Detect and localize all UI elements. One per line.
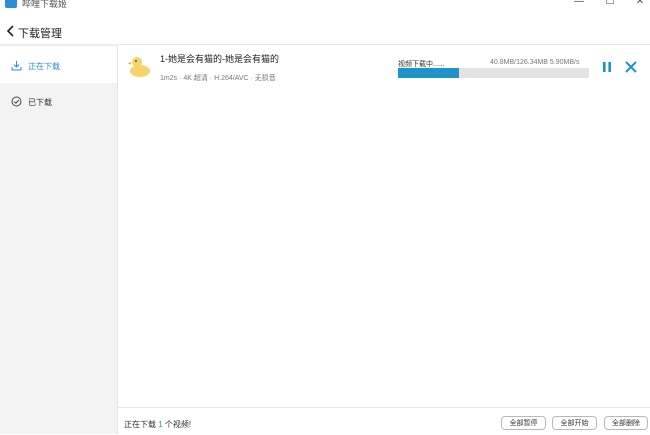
- download-count-text: 正在下载 1 个视频!: [124, 419, 191, 430]
- page-title: 下载管理: [18, 28, 62, 40]
- window-close-button[interactable]: ✕: [633, 0, 647, 8]
- download-icon: [11, 61, 22, 71]
- download-list: 1-她是会有猫的-她是会有猫的 1m2s · 4K 超清 · H.264/AVC…: [118, 45, 650, 407]
- app-logo-icon: [5, 0, 17, 8]
- video-meta: 1m2s · 4K 超清 · H.264/AVC · 无损音: [160, 75, 276, 82]
- delete-icon[interactable]: [624, 60, 638, 74]
- footer-bar: 正在下载 1 个视频! 全部暂停 全部开始 全部删除: [118, 407, 650, 435]
- video-title: 1-她是会有猫的-她是会有猫的: [160, 54, 280, 64]
- list-item: 1-她是会有猫的-她是会有猫的 1m2s · 4K 超清 · H.264/AVC…: [118, 45, 650, 87]
- minimize-button[interactable]: —: [572, 0, 586, 8]
- duck-thumbnail-icon: [128, 57, 150, 77]
- sidebar-item-downloaded[interactable]: 已下载: [0, 83, 117, 119]
- sidebar-item-label: 已下载: [28, 98, 52, 107]
- count-prefix: 正在下载: [124, 420, 159, 429]
- app-title: 哔哩下载姬: [22, 0, 68, 9]
- delete-all-button[interactable]: 全部删除: [604, 416, 648, 430]
- start-all-button[interactable]: 全部开始: [552, 416, 597, 430]
- pause-icon[interactable]: [601, 61, 613, 73]
- sidebar: 正在下载 已下载: [0, 45, 118, 434]
- progress-bar: [398, 68, 589, 78]
- pause-all-button[interactable]: 全部暂停: [501, 416, 546, 430]
- back-arrow-icon[interactable]: [6, 25, 15, 37]
- title-bar: 哔哩下载姬 — ☐ ✕: [0, 0, 650, 10]
- check-circle-icon: [11, 96, 22, 107]
- count-suffix: 个视频!: [162, 420, 192, 429]
- maximize-button[interactable]: ☐: [603, 0, 617, 8]
- progress-fill: [398, 68, 460, 78]
- sidebar-item-downloading[interactable]: 正在下载: [0, 47, 117, 83]
- sidebar-item-label: 正在下载: [28, 62, 60, 71]
- page-header: 下载管理: [0, 18, 650, 45]
- download-stats: 40.8MB/126.34MB 5.90MB/s: [490, 59, 580, 66]
